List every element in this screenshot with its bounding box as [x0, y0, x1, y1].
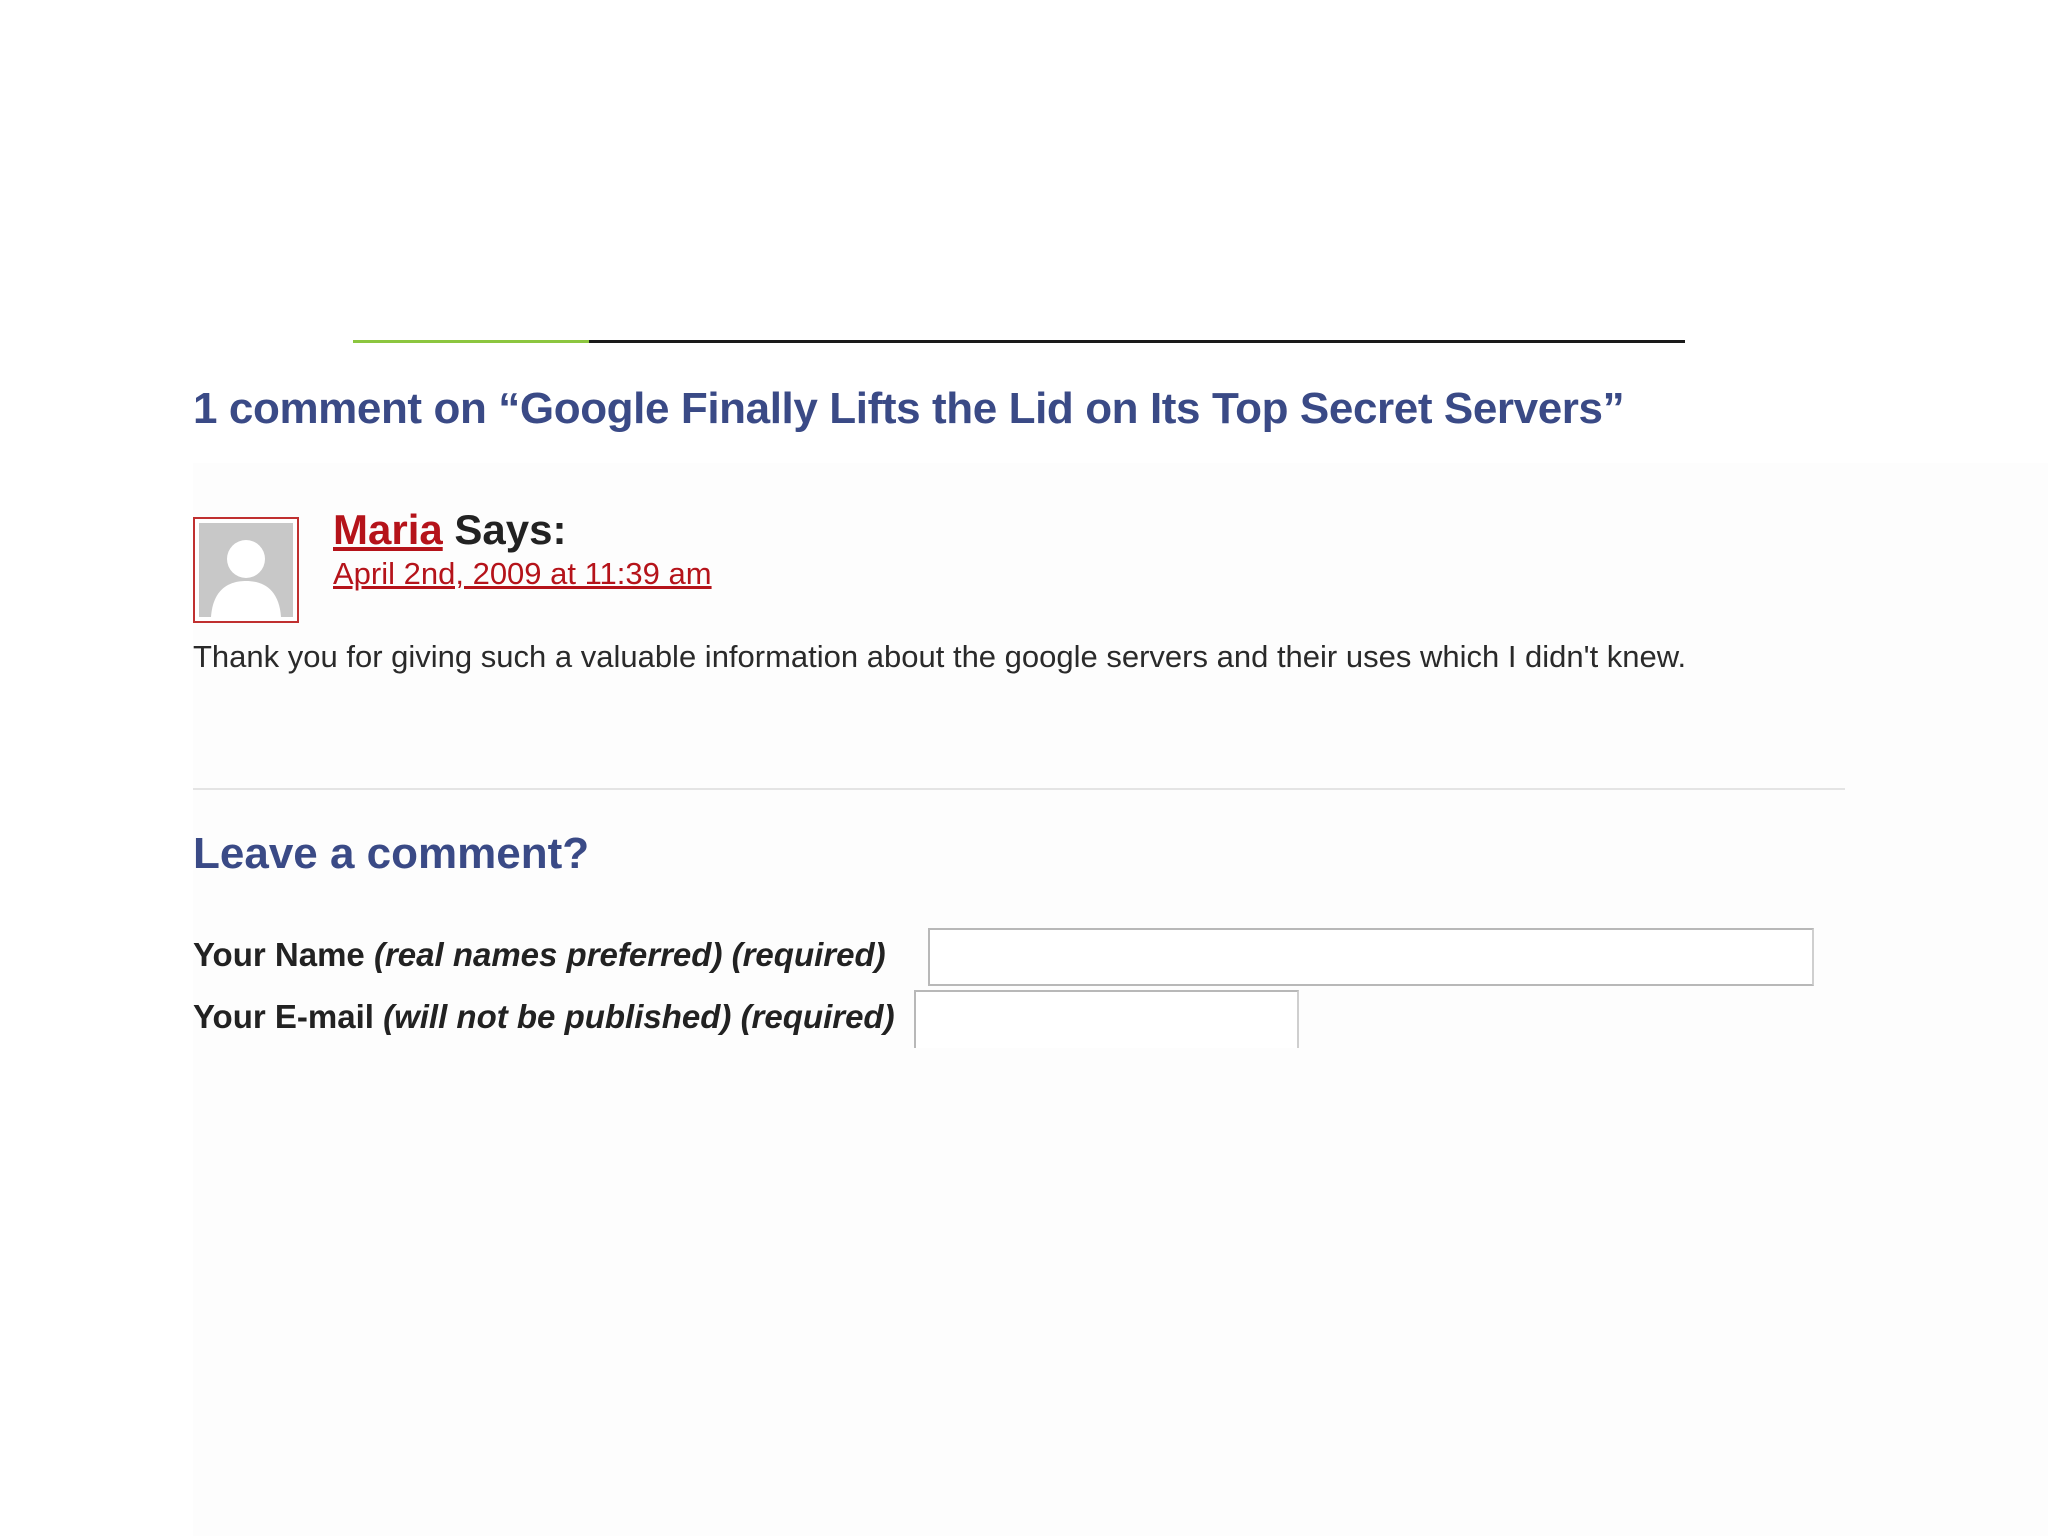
comment-body: Thank you for giving such a valuable inf…: [193, 639, 1687, 674]
email-label: Your E-mail: [193, 998, 374, 1035]
comments-title: 1 comment on “Google Finally Lifts the L…: [193, 384, 1625, 433]
name-note: (real names preferred) (required): [373, 936, 886, 973]
default-user-icon: [199, 523, 293, 617]
email-input[interactable]: [914, 990, 1299, 1048]
leave-comment-title: Leave a comment?: [193, 829, 590, 878]
email-input-wrapper: [914, 990, 1800, 1048]
top-divider-accent: [353, 340, 589, 343]
section-divider: [193, 788, 1845, 790]
email-field-label: Your E-mail (will not be published) (req…: [193, 998, 895, 1036]
top-divider: [353, 340, 1685, 343]
comment-date-link[interactable]: April 2nd, 2009 at 11:39 am: [333, 556, 712, 592]
name-label: Your Name: [193, 936, 365, 973]
name-input[interactable]: [928, 928, 1814, 986]
comment-author-line: Maria Says:: [333, 506, 566, 554]
comment-author-link[interactable]: Maria: [333, 506, 443, 553]
email-note: (will not be published) (required): [383, 998, 895, 1035]
avatar: [193, 517, 299, 623]
says-label: Says:: [442, 506, 567, 553]
name-field-label: Your Name (real names preferred) (requir…: [193, 936, 886, 974]
